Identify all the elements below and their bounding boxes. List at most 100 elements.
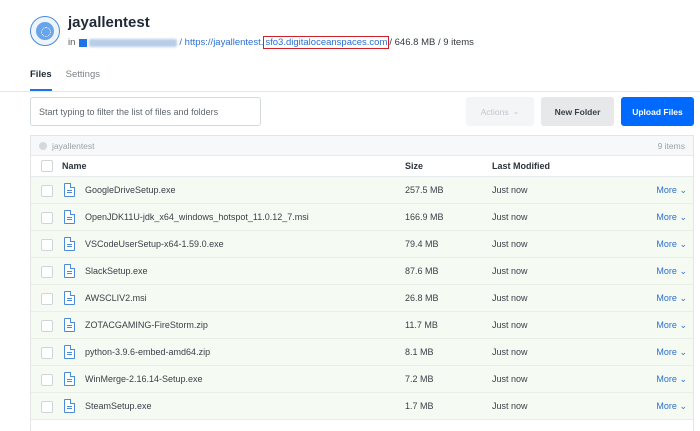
tab-bar: Files Settings (30, 69, 114, 91)
tab-files[interactable]: Files (30, 69, 52, 91)
chevron-down-icon: ⌄ (679, 266, 687, 276)
table-row[interactable]: GoogleDriveSetup.exe 257.5 MB Just now More… (31, 177, 693, 204)
file-modified: Just now (492, 239, 528, 249)
file-modified: Just now (492, 293, 528, 303)
file-modified: Just now (492, 401, 528, 411)
table-row[interactable]: SteamSetup.exe 1.7 MB Just now More ⌄ (31, 393, 693, 420)
file-icon (64, 183, 75, 197)
row-checkbox[interactable] (41, 401, 53, 413)
bucket-header: jayallentest in / https://jayallentest. … (30, 14, 670, 54)
chevron-down-icon: ⌄ (679, 401, 687, 411)
file-modified: Just now (492, 320, 528, 330)
bucket-url-host[interactable]: sfo3.digitaloceanspaces.com (263, 36, 390, 49)
row-checkbox[interactable] (41, 266, 53, 278)
file-name[interactable]: python-3.9.6-embed-amd64.zip (85, 347, 210, 357)
table-row[interactable]: ZOTACGAMING-FireStorm.zip 11.7 MB Just now… (31, 312, 693, 339)
file-name[interactable]: VSCodeUserSetup-x64-1.59.0.exe (85, 239, 224, 249)
chevron-down-icon: ⌄ (679, 212, 687, 222)
spaces-bucket-icon (30, 16, 60, 46)
bucket-meta: in / https://jayallentest. sfo3.digitalo… (68, 36, 474, 49)
file-list: GoogleDriveSetup.exe 257.5 MB Just now More… (31, 177, 693, 420)
file-icon (64, 372, 75, 386)
row-checkbox[interactable] (41, 239, 53, 251)
file-name[interactable]: SlackSetup.exe (85, 266, 148, 276)
more-label: More (656, 347, 677, 357)
row-checkbox[interactable] (41, 320, 53, 332)
column-size[interactable]: Size (405, 161, 423, 171)
table-row[interactable]: SlackSetup.exe 87.6 MB Just now More ⌄ (31, 258, 693, 285)
file-name[interactable]: OpenJDK11U-jdk_x64_windows_hotspot_11.0.… (85, 212, 309, 222)
item-count: 9 items (657, 141, 685, 151)
tab-divider (0, 91, 700, 92)
file-icon (64, 237, 75, 251)
redacted-project-name[interactable] (89, 38, 178, 47)
file-size: 7.2 MB (405, 374, 434, 384)
table-row[interactable]: python-3.9.6-embed-amd64.zip 8.1 MB Just n… (31, 339, 693, 366)
breadcrumb: jayallentest 9 items (31, 136, 693, 156)
file-modified: Just now (492, 266, 528, 276)
bucket-title: jayallentest (68, 14, 150, 31)
more-label: More (656, 320, 677, 330)
more-menu-button[interactable]: More ⌄ (656, 320, 687, 331)
tab-settings[interactable]: Settings (66, 69, 100, 91)
more-menu-button[interactable]: More ⌄ (656, 239, 687, 250)
table-header: Name Size Last Modified (31, 156, 693, 177)
table-row[interactable]: AWSCLIV2.msi 26.8 MB Just now More ⌄ (31, 285, 693, 312)
file-size: 11.7 MB (405, 320, 438, 330)
actions-label: Actions (480, 106, 509, 117)
more-label: More (656, 401, 677, 411)
new-folder-button[interactable]: New Folder (541, 97, 614, 126)
more-menu-button[interactable]: More ⌄ (656, 266, 687, 277)
actions-button[interactable]: Actions ⌄ (466, 97, 534, 126)
file-table: jayallentest 9 items Name Size Last Modi… (30, 135, 694, 431)
table-row[interactable]: VSCodeUserSetup-x64-1.59.0.exe 79.4 MB Jus… (31, 231, 693, 258)
file-name[interactable]: ZOTACGAMING-FireStorm.zip (85, 320, 208, 330)
more-label: More (656, 374, 677, 384)
more-menu-button[interactable]: More ⌄ (656, 401, 687, 412)
file-size: 26.8 MB (405, 293, 439, 303)
file-icon (64, 291, 75, 305)
more-menu-button[interactable]: More ⌄ (656, 212, 687, 223)
file-size: 1.7 MB (405, 401, 434, 411)
file-icon (64, 318, 75, 332)
file-name[interactable]: SteamSetup.exe (85, 401, 152, 411)
breadcrumb-path[interactable]: jayallentest (52, 141, 95, 151)
more-label: More (656, 266, 677, 276)
bucket-dot-icon (39, 141, 47, 150)
more-menu-button[interactable]: More ⌄ (656, 293, 687, 304)
file-modified: Just now (492, 185, 528, 195)
file-name[interactable]: AWSCLIV2.msi (85, 293, 147, 303)
more-menu-button[interactable]: More ⌄ (656, 185, 687, 196)
row-checkbox[interactable] (41, 185, 53, 197)
file-icon (64, 345, 75, 359)
filter-input[interactable] (30, 97, 261, 126)
column-name[interactable]: Name (62, 161, 87, 171)
more-menu-button[interactable]: More ⌄ (656, 374, 687, 385)
row-checkbox[interactable] (41, 293, 53, 305)
file-size: 166.9 MB (405, 212, 444, 222)
more-label: More (656, 212, 677, 222)
in-label: in (68, 37, 76, 48)
more-label: More (656, 239, 677, 249)
file-name[interactable]: WinMerge-2.16.14-Setup.exe (85, 374, 203, 384)
bucket-usage: / 646.8 MB / 9 items (389, 37, 474, 48)
select-all-checkbox[interactable] (41, 160, 53, 172)
file-modified: Just now (492, 347, 528, 357)
more-label: More (656, 185, 677, 195)
row-checkbox[interactable] (41, 212, 53, 224)
row-checkbox[interactable] (41, 347, 53, 359)
file-size: 8.1 MB (405, 347, 434, 357)
table-row[interactable]: OpenJDK11U-jdk_x64_windows_hotspot_11.0.… (31, 204, 693, 231)
chevron-down-icon: ⌄ (679, 185, 687, 195)
file-icon (64, 399, 75, 413)
table-row[interactable]: WinMerge-2.16.14-Setup.exe 7.2 MB Just now… (31, 366, 693, 393)
bucket-url-prefix[interactable]: / https://jayallentest. (179, 37, 263, 48)
chevron-down-icon: ⌄ (679, 347, 687, 357)
file-size: 79.4 MB (405, 239, 439, 249)
column-modified[interactable]: Last Modified (492, 161, 550, 171)
file-name[interactable]: GoogleDriveSetup.exe (85, 185, 176, 195)
upload-files-button[interactable]: Upload Files (621, 97, 694, 126)
row-checkbox[interactable] (41, 374, 53, 386)
file-size: 257.5 MB (405, 185, 444, 195)
more-menu-button[interactable]: More ⌄ (656, 347, 687, 358)
